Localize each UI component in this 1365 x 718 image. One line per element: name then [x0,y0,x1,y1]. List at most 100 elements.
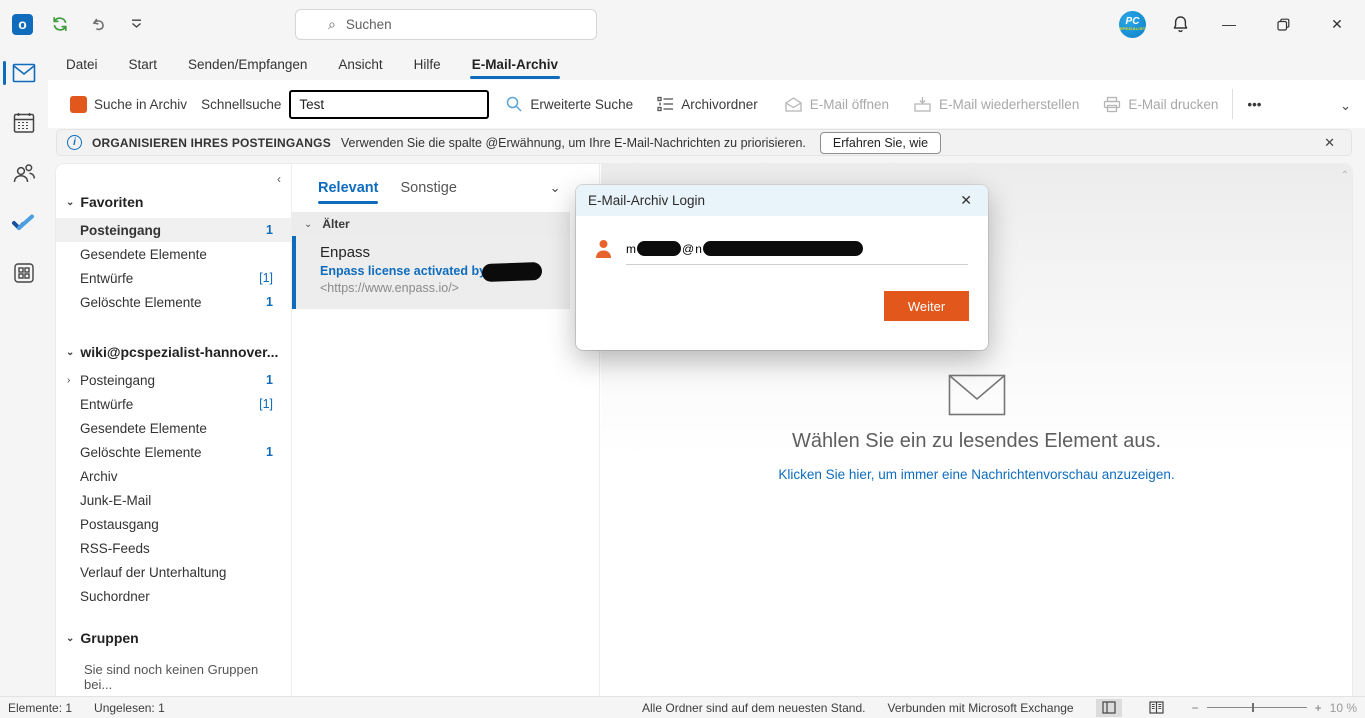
rail-calendar-icon[interactable] [0,110,48,136]
folder-posteingang[interactable]: › Posteingang1 [56,368,291,392]
undo-icon[interactable] [87,13,109,35]
expand-chevron-icon[interactable]: › [67,375,70,386]
unread-count: 1 [266,223,273,237]
folder-geloeschte-fav[interactable]: Gelöschte Elemente1 [56,290,291,314]
title-bar: o ⌕ PCSPEZIALIST — ✕ [0,0,1365,48]
dialog-close-icon[interactable]: ✕ [956,190,976,211]
minimize-button[interactable]: — [1215,10,1243,38]
filter-chevron-icon[interactable]: ⌄ [550,180,561,196]
zoom-slider[interactable] [1207,707,1307,708]
notifications-bell-icon[interactable] [1172,15,1189,33]
message-list: Relevant Sonstige ⌄ ↑ ⌄ Älter Enpass Enp… [292,164,600,696]
rail-more-apps-icon[interactable] [0,260,48,286]
restore-email-button: E-Mail wiederherstellen [913,96,1079,113]
group-header-aelter[interactable]: ⌄ Älter [292,212,570,236]
tab-datei[interactable]: Datei [64,51,100,78]
ribbon-collapse-chevron-icon[interactable]: ⌄ [1340,98,1351,114]
advanced-search-button[interactable]: Erweiterte Suche [505,95,633,113]
toolbar-separator [1232,89,1233,119]
preview-settings-link[interactable]: Klicken Sie hier, um immer eine Nachrich… [778,467,1174,482]
zoom-level[interactable]: 10 % [1330,701,1357,715]
redacted-email-domain [703,241,863,256]
folder-suchordner[interactable]: Suchordner [56,584,291,608]
groups-header[interactable]: ⌄ Gruppen [56,622,291,654]
advanced-search-icon [505,95,523,113]
redacted-email-local [637,241,681,256]
open-email-button: E-Mail öffnen [784,96,889,113]
login-email-field[interactable]: m@n [626,241,863,256]
quick-search-label: Schnellsuche [201,97,281,112]
mail-item-enpass[interactable]: Enpass Enpass license activated by... <h… [292,236,570,309]
tab-relevant[interactable]: Relevant [318,176,378,200]
info-icon: i [67,135,82,150]
scrollbar-up-icon[interactable]: ⌃ [1341,170,1349,181]
reading-view-icon[interactable] [1144,699,1170,717]
unread-count-status: Ungelesen: 1 [94,701,165,715]
search-in-archive-button[interactable]: Suche in Archiv [70,96,187,113]
folder-postausgang[interactable]: Postausgang [56,512,291,536]
chevron-down-icon: ⌄ [66,633,74,644]
layout-view-icon[interactable] [1096,699,1122,717]
folder-entwuerfe-fav[interactable]: Entwürfe[1] [56,266,291,290]
rail-todo-icon[interactable] [0,210,48,236]
zoom-slider-thumb[interactable] [1252,703,1254,712]
global-search-input[interactable]: ⌕ [295,9,597,40]
folder-verlauf[interactable]: Verlauf der Unterhaltung [56,560,291,584]
app-rail [0,48,48,696]
rail-people-icon[interactable] [0,160,48,186]
folder-pane: ‹ ⌄ Favoriten Posteingang1 Gesendete Ele… [56,164,292,696]
status-bar: Elemente: 1 Ungelesen: 1 Alle Ordner sin… [0,696,1365,718]
folder-archiv[interactable]: Archiv [56,464,291,488]
empty-state-envelope-icon [948,374,1006,416]
folder-rss[interactable]: RSS-Feeds [56,536,291,560]
tab-senden-empfangen[interactable]: Senden/Empfangen [186,51,309,78]
learn-how-button[interactable]: Erfahren Sie, wie [820,132,941,154]
collapse-folder-pane-icon[interactable]: ‹ [277,172,281,186]
quick-search-input[interactable] [289,90,489,119]
redacted-date [482,262,543,282]
search-input[interactable] [346,17,576,32]
banner-title: ORGANISIEREN IHRES POSTEINGANGS [92,136,331,150]
inbox-tip-banner: i ORGANISIEREN IHRES POSTEINGANGS Verwen… [56,129,1352,156]
outlook-app-icon: o [12,14,33,35]
send-receive-refresh-icon[interactable] [49,13,71,35]
ribbon-toolbar: Suche in Archiv Schnellsuche Erweiterte … [48,80,1365,128]
rail-mail-icon[interactable] [0,60,48,86]
folder-entwuerfe[interactable]: Entwürfe[1] [56,392,291,416]
tab-ansicht[interactable]: Ansicht [336,51,384,78]
mail-sender: Enpass [320,244,560,261]
folder-gesendete-fav[interactable]: Gesendete Elemente [56,242,291,266]
printer-icon [1103,96,1121,113]
zoom-out-icon[interactable]: − [1192,701,1199,715]
folder-geloeschte[interactable]: Gelöschte Elemente1 [56,440,291,464]
account-avatar[interactable]: PCSPEZIALIST [1119,11,1146,38]
favorites-header[interactable]: ⌄ Favoriten [56,186,291,218]
toolbar-overflow-button[interactable]: ••• [1247,97,1261,112]
email-input-underline [626,264,968,265]
zoom-in-icon[interactable]: + [1315,701,1322,715]
draft-count: [1] [259,271,273,285]
archive-folders-button[interactable]: Archivordner [657,96,758,112]
weiter-button[interactable]: Weiter [884,291,969,321]
groups-empty-text: Sie sind noch keinen Gruppen bei... [56,654,291,692]
unread-count: 1 [266,295,273,309]
tab-start[interactable]: Start [127,51,160,78]
open-email-icon [784,96,803,113]
user-icon [594,239,613,259]
banner-close-icon[interactable]: ✕ [1318,135,1341,151]
tab-email-archiv[interactable]: E-Mail-Archiv [470,51,560,78]
close-button[interactable]: ✕ [1323,10,1351,38]
maximize-button[interactable] [1269,10,1297,38]
tab-hilfe[interactable]: Hilfe [412,51,443,78]
folder-junk[interactable]: Junk-E-Mail [56,488,291,512]
folder-gesendete[interactable]: Gesendete Elemente [56,416,291,440]
banner-message: Verwenden Sie die spalte @Erwähnung, um … [341,136,806,150]
tab-sonstige[interactable]: Sonstige [400,176,456,200]
chevron-down-icon: ⌄ [66,347,74,358]
customize-toolbar-chevron-icon[interactable] [125,13,147,35]
dialog-title: E-Mail-Archiv Login [588,193,705,208]
restore-email-icon [913,96,932,113]
folder-list-icon [657,96,674,112]
account-header[interactable]: ⌄ wiki@pcspezialist-hannover... [56,336,291,368]
folder-posteingang-fav[interactable]: Posteingang1 [56,218,291,242]
